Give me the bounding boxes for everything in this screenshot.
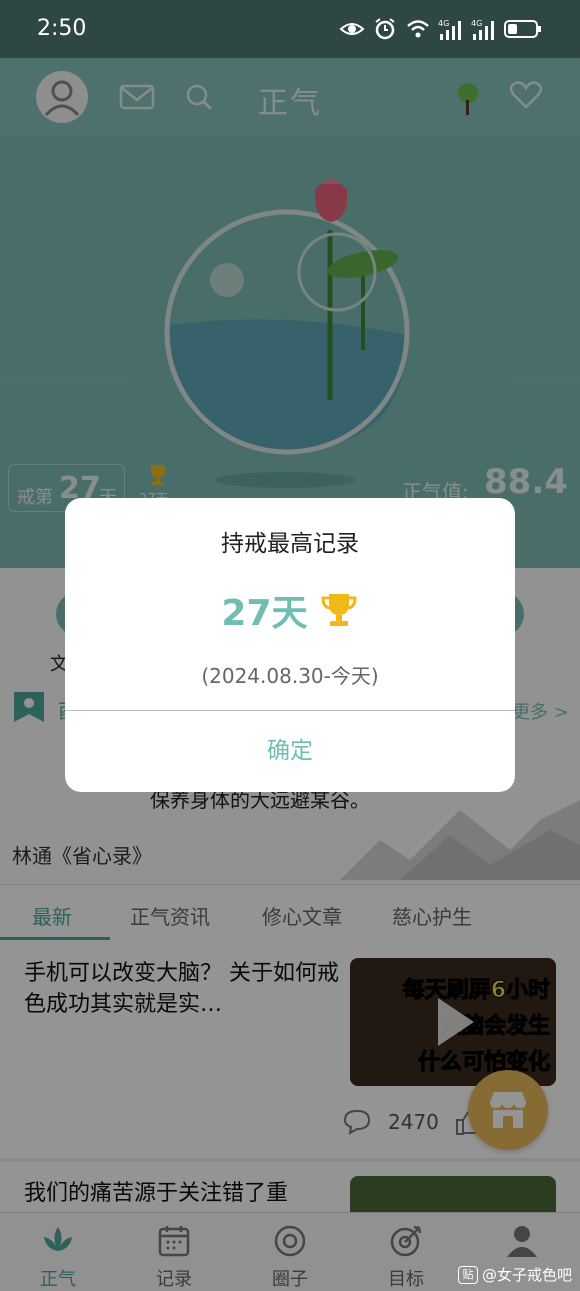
wifi-icon [407,20,429,38]
eye-icon [339,23,365,35]
best-record-dialog: 持戒最高记录 27天 (2024.08.30-今天) 确定 [65,498,515,792]
dialog-title: 持戒最高记录 [221,531,359,557]
status-time: 2:50 [37,16,87,41]
svg-text:4G: 4G [471,19,482,28]
dialog-record: 27天 [65,584,515,636]
trophy-icon [321,594,357,626]
record-date-range: (2024.08.30-今天) [201,664,379,688]
record-days: 27天 [221,593,308,634]
signal-4g-icon: 4G [438,19,461,40]
signal-4g-icon: 4G [471,19,494,40]
status-bar: 2:50 4G 4G [0,0,580,58]
alarm-icon [375,18,395,40]
weibo-logo-icon: 贴 [458,1265,478,1284]
confirm-button[interactable]: 确定 [65,711,515,792]
svg-text:4G: 4G [438,19,449,28]
status-icons: 4G 4G [339,14,542,44]
battery-icon [504,20,541,38]
watermark: 贴 @女子戒色吧 [458,1264,572,1285]
